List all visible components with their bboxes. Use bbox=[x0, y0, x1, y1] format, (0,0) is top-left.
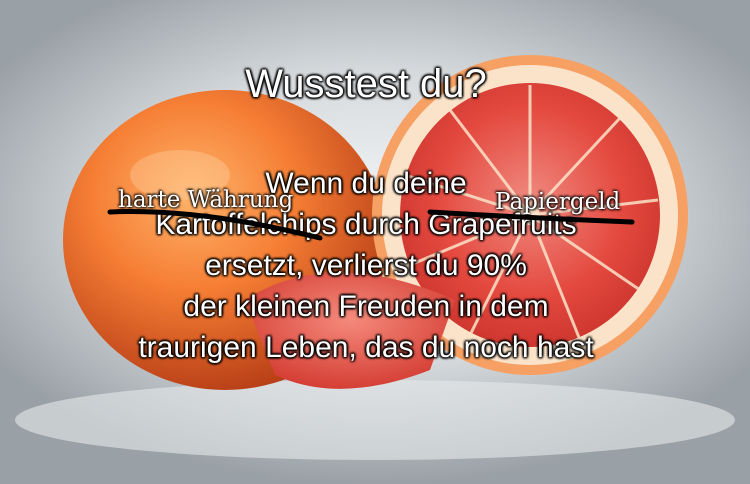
overlay-papiergeld: Papiergeld bbox=[495, 189, 621, 215]
overlay-harte-waehrung: harte Währung bbox=[118, 187, 294, 213]
strikethrough-marks bbox=[107, 209, 635, 241]
strike-left bbox=[107, 209, 323, 241]
